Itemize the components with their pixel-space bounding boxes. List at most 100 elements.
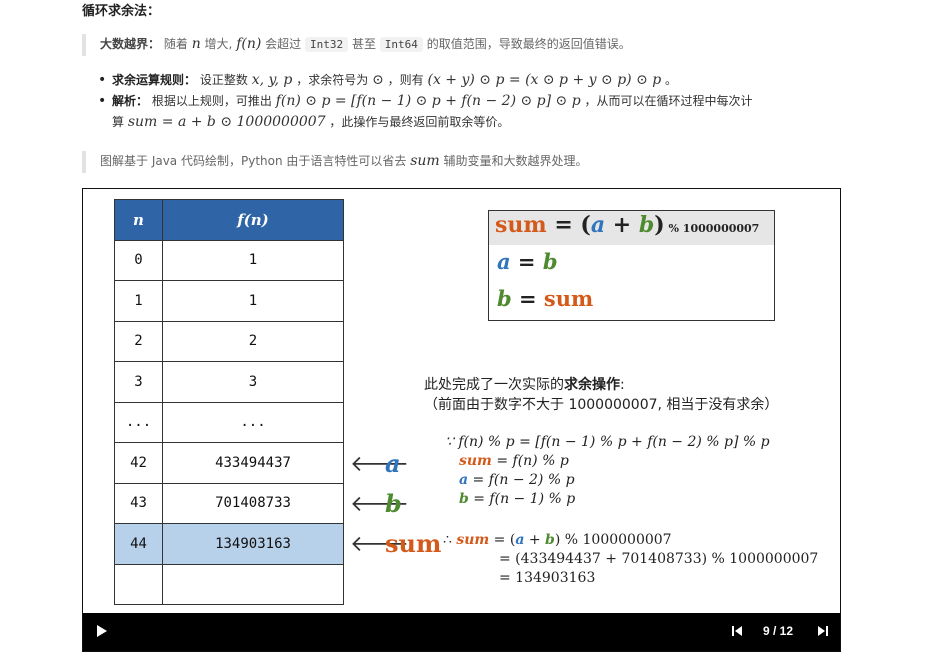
op: = ( [546, 212, 591, 238]
op: = [511, 286, 544, 311]
cell-fn: 3 [162, 361, 344, 403]
op: = [510, 249, 543, 274]
table-row: 43 701408733 [114, 482, 344, 524]
label-a: a [385, 449, 401, 478]
list-item: 求余运算规则： 设正整数 x, y, p ，求余符号为 ⊙ ，则有 (x + y… [98, 70, 858, 91]
var-a: a [497, 249, 511, 274]
item-text: 算 [112, 115, 125, 129]
var-sum: sum [459, 453, 492, 469]
cell-fn: 1 [162, 239, 344, 281]
math-expr: x, y, p [251, 72, 293, 88]
eq-text: = ( [489, 532, 516, 548]
cell-fn: 433494437 [162, 442, 344, 484]
note-text: 辅助变量和大数越界处理。 [443, 154, 588, 168]
code-int64: Int64 [379, 37, 423, 52]
cell-n: 2 [114, 320, 163, 362]
table-row: 11 [114, 280, 344, 322]
cell-n: 1 [114, 280, 163, 322]
cell-n: 42 [114, 442, 163, 484]
note-text: 图解基于 Java 代码绘制，Python 由于语言特性可以省去 [100, 154, 407, 168]
cell-fn: ... [162, 401, 344, 443]
list-item: 解析： 根据以上规则，可推出 f(n) ⊙ p = [f(n − 1) ⊙ p … [98, 91, 858, 133]
cell-fn [162, 563, 344, 605]
next-icon[interactable] [818, 625, 830, 637]
note-text: 的取值范围，导致最终的返回值错误。 [426, 37, 631, 51]
slide-counter: 9 / 12 [763, 624, 794, 638]
note-text: 随着 [163, 37, 188, 51]
note-java: 图解基于 Java 代码绘制，Python 由于语言特性可以省去 sum 辅助变… [82, 151, 588, 173]
op: ) [654, 212, 665, 238]
rules-list: 求余运算规则： 设正整数 x, y, p ，求余符号为 ⊙ ，则有 (x + y… [98, 70, 858, 133]
label-b: b [385, 489, 402, 518]
code-int32: Int32 [305, 37, 349, 52]
formula-line-sum: sum = (a + b) % 1000000007 [489, 211, 774, 245]
item-bold: 求余运算规则： [112, 73, 197, 87]
var-b: b [542, 249, 558, 274]
cell-fn: 134903163 [162, 523, 344, 565]
cell-n: 0 [114, 239, 163, 281]
eq-text: ) % 1000000007 [554, 532, 672, 548]
var-sum: sum [543, 286, 594, 311]
cell-fn: 701408733 [162, 482, 344, 524]
math-expr: sum = a + b ⊙ 1000000007 [127, 114, 326, 130]
item-text: 设正整数 [199, 73, 248, 87]
table-row: ...... [114, 401, 344, 443]
math-expr: (x + y) ⊙ p = (x ⊙ p + y ⊙ p) ⊙ p [427, 72, 662, 88]
table-row: 01 [114, 239, 344, 281]
var-a: a [459, 472, 469, 488]
desc-text: : [620, 377, 625, 393]
var-sum: sum [495, 212, 547, 238]
desc-line2: （前面由于数字不大于 1000000007, 相当于没有求余） [424, 397, 779, 413]
var-b: b [545, 532, 555, 548]
var-b: b [459, 491, 469, 507]
cell-n: ... [114, 401, 163, 443]
var-a: a [590, 212, 606, 238]
math-sum: sum [410, 153, 440, 169]
header-fn: f(n) [162, 199, 344, 241]
player-bar: 9 / 12 [83, 613, 840, 651]
eq-text: + [524, 532, 546, 548]
play-icon[interactable] [97, 625, 107, 637]
note-overflow: 大数越界： 随着 n 增大, f(n) 会超过 Int32 甚至 Int64 的… [82, 34, 631, 56]
cell-fn: 1 [162, 280, 344, 322]
table-row-highlighted: 44 134903163 [114, 523, 344, 565]
formula-line-b: b = sum [489, 282, 774, 319]
table-row: 42 433494437 [114, 442, 344, 484]
math-expr: ⊙ [372, 72, 384, 88]
item-bold: 解析： [112, 94, 149, 108]
table-row: 22 [114, 320, 344, 362]
var-sum: sum [456, 532, 490, 548]
slide-description: 此处完成了一次实际的求余操作: （前面由于数字不大于 1000000007, 相… [424, 375, 778, 415]
item-text: ，则有 [387, 73, 424, 87]
table-row [114, 563, 344, 605]
eq-line: = 134903163 [499, 570, 596, 586]
eq-line: = f(n − 1) % p [468, 491, 576, 507]
section-heading: 循环求余法： [82, 4, 161, 19]
math-expr: f(n) ⊙ p = [f(n − 1) ⊙ p + f(n − 2) ⊙ p]… [275, 93, 581, 109]
var-b: b [497, 286, 512, 311]
formula-line-a: a = b [489, 245, 774, 282]
header-n: n [114, 199, 163, 241]
previous-icon[interactable] [732, 625, 744, 637]
cell-n: 44 [114, 523, 163, 565]
cell-fn: 2 [162, 320, 344, 362]
table-row: 33 [114, 361, 344, 403]
cell-n [114, 563, 163, 605]
cell-n: 3 [114, 361, 163, 403]
item-text: ，求余符号为 [296, 73, 369, 87]
note-text: 甚至 [351, 37, 376, 51]
item-text: ，此操作与最终返回前取余等价。 [329, 115, 510, 129]
math-fn: f(n) [236, 36, 262, 52]
note-bold: 大数越界： [100, 37, 161, 51]
item-text: 。 [665, 73, 678, 87]
note-text: 会超过 [265, 37, 302, 51]
math-n: n [191, 36, 201, 52]
mod-text: % 1000000007 [664, 222, 760, 235]
item-text: 根据以上规则，可推出 [151, 94, 272, 108]
fib-table: n f(n) 01 11 22 33 ...... 42 433494437 43… [114, 199, 344, 605]
therefore-symbol: ∴ [443, 532, 457, 548]
label-sum: sum [385, 529, 442, 558]
item-text: ，从而可以在循环过程中每次计 [584, 94, 753, 108]
eq-line: = f(n − 2) % p [468, 472, 575, 488]
formula-box: sum = (a + b) % 1000000007 a = b b = sum [488, 210, 775, 321]
